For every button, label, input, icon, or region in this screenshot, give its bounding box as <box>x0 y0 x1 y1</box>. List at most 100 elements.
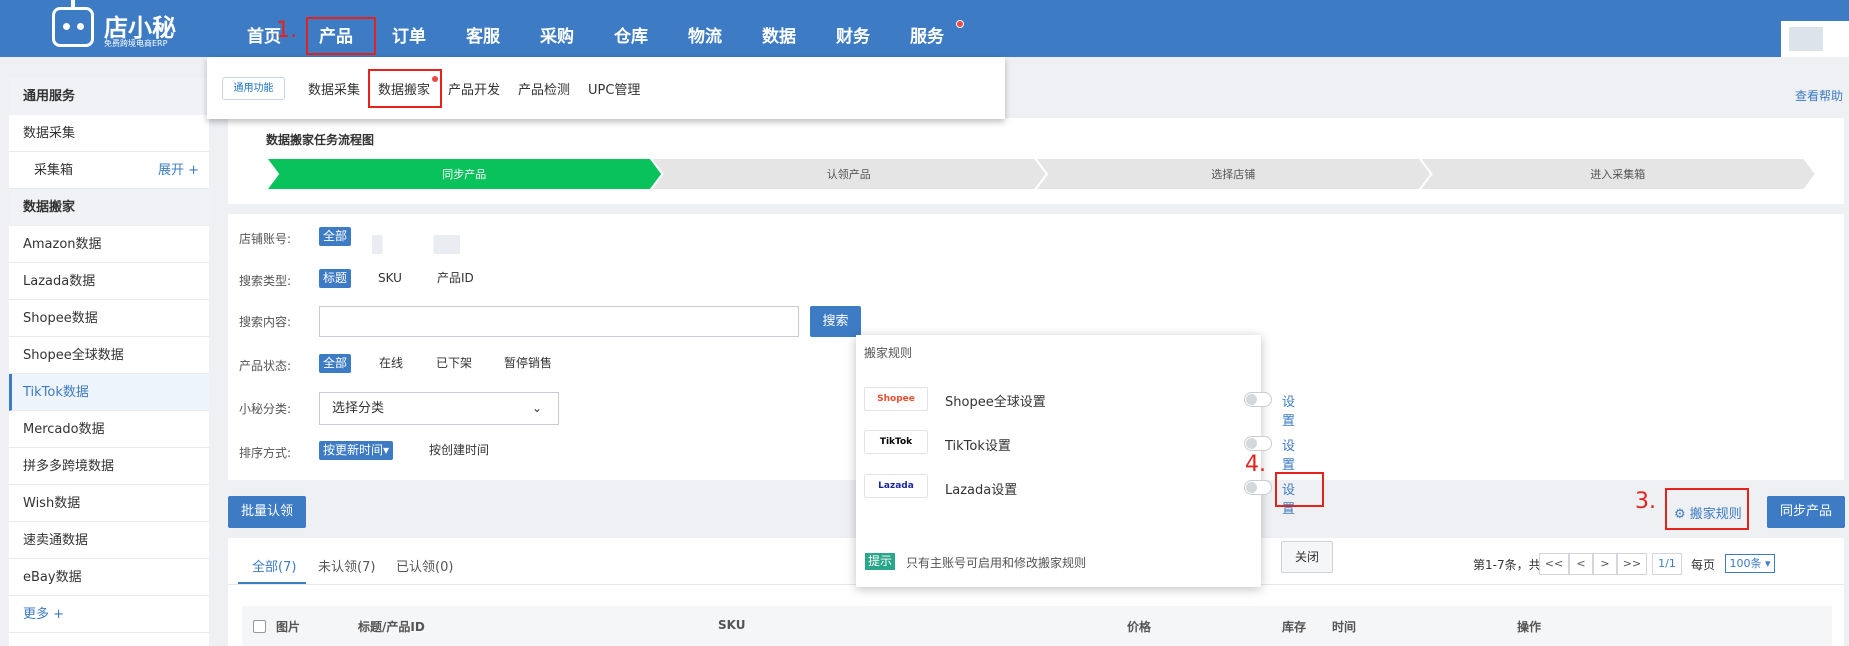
tiktok-logo: TikTok <box>864 430 928 454</box>
sidebar-item-data-collection[interactable]: 数据采集 <box>9 115 209 152</box>
sort-label: 排序方式: <box>239 446 292 460</box>
robot-logo-icon <box>52 0 94 47</box>
pager-page[interactable]: 1/1 <box>1652 553 1682 575</box>
chevron-down-icon: ⌄ <box>531 401 542 415</box>
shopee-settings-link[interactable]: 设置 <box>1282 391 1295 429</box>
sync-products-button[interactable]: 同步产品 <box>1767 496 1845 528</box>
tab-claimed[interactable]: 已认领(0) <box>396 556 453 575</box>
migration-rules-label: 搬家规则 <box>1689 507 1742 522</box>
status-online[interactable]: 在线 <box>375 354 407 373</box>
store-all-tag[interactable]: 全部 <box>319 227 352 246</box>
status-all[interactable]: 全部 <box>319 354 352 373</box>
sidebar-item-lazada[interactable]: Lazada数据 <box>9 263 209 300</box>
sidebar: 通用服务 数据采集 采集箱 展开 + 数据搬家 Amazon数据 Lazada数… <box>9 78 209 646</box>
shopee-toggle[interactable] <box>1244 392 1272 407</box>
menu-item-upc[interactable]: UPC管理 <box>588 79 640 98</box>
sidebar-more[interactable]: 更多 + <box>9 596 209 633</box>
flow-title: 数据搬家任务流程图 <box>266 133 375 147</box>
brand-tagline: 免费跨境电商ERP <box>104 39 168 48</box>
sidebar-item-aliexpress[interactable]: 速卖通数据 <box>9 522 209 559</box>
annotation-box-products <box>306 17 376 55</box>
sidebar-item-collection-box[interactable]: 采集箱 展开 + <box>9 152 209 189</box>
sidebar-section-migration: 数据搬家 <box>9 189 209 226</box>
tiktok-settings-link[interactable]: 设置 <box>1282 435 1295 473</box>
flow-panel: 数据搬家任务流程图 同步产品 认领产品 选择店铺 进入采集箱 <box>228 118 1844 204</box>
tab-unclaimed[interactable]: 未认领(7) <box>318 556 375 575</box>
category-select[interactable]: 选择分类 ⌄ <box>319 392 559 425</box>
flow-step-label-1: 同步产品 <box>442 167 486 181</box>
menu-item-data-collection[interactable]: 数据采集 <box>308 79 360 98</box>
tip-badge: 提示 <box>865 553 896 570</box>
status-paused[interactable]: 暂停销售 <box>500 354 556 373</box>
search-type-label: 搜索类型: <box>239 274 292 288</box>
search-type-sku[interactable]: SKU <box>374 269 406 288</box>
annotation-box-data-migration <box>368 69 442 108</box>
category-placeholder: 选择分类 <box>332 401 385 416</box>
lazada-toggle[interactable] <box>1244 480 1272 495</box>
nav-services[interactable]: 服务 <box>910 0 944 57</box>
tab-all[interactable]: 全部(7) <box>252 556 296 575</box>
sidebar-item-tiktok[interactable]: TikTok数据 <box>9 374 209 411</box>
help-link[interactable]: 查看帮助 <box>1795 87 1843 104</box>
search-type-product-id[interactable]: 产品ID <box>433 269 478 288</box>
migration-rules-popup: 搬家规则 Shopee Shopee全球设置 设置 TikTok TikTok设… <box>856 335 1333 587</box>
sidebar-item-ebay[interactable]: eBay数据 <box>9 559 209 596</box>
pager-prev[interactable]: < <box>1569 553 1593 575</box>
menu-item-product-check[interactable]: 产品检测 <box>518 79 570 98</box>
nav-logistics[interactable]: 物流 <box>688 0 722 57</box>
search-input[interactable] <box>319 306 799 337</box>
logo[interactable]: 店小秘 免费跨境电商ERP <box>52 0 192 51</box>
status-delisted[interactable]: 已下架 <box>432 354 476 373</box>
col-stock: 库存 <box>1282 620 1307 634</box>
gear-icon: ⚙ <box>1674 507 1686 522</box>
nav-finance[interactable]: 财务 <box>836 0 870 57</box>
sort-by-created[interactable]: 按创建时间 <box>425 441 493 460</box>
sidebar-section-general: 通用服务 <box>9 78 209 115</box>
select-all-checkbox[interactable] <box>253 620 266 633</box>
shopee-global-setting-label: Shopee全球设置 <box>945 395 1046 410</box>
lazada-logo: Lazada <box>864 474 928 498</box>
pager-first[interactable]: << <box>1539 553 1569 575</box>
per-page-select[interactable]: 100条 ▾ <box>1725 554 1775 573</box>
nav-purchase[interactable]: 采购 <box>540 0 574 57</box>
search-content-label: 搜索内容: <box>239 315 292 329</box>
user-area[interactable] <box>1781 21 1849 57</box>
search-button[interactable]: 搜索 <box>810 306 861 337</box>
tiktok-setting-label: TikTok设置 <box>945 439 1011 454</box>
col-image: 图片 <box>276 620 301 634</box>
sidebar-item-label: 采集箱 <box>34 163 74 178</box>
tip-text: 只有主账号可启用和修改搬家规则 <box>906 556 1087 570</box>
store-account-redacted[interactable] <box>372 235 460 254</box>
nav-warehouse[interactable]: 仓库 <box>614 0 648 57</box>
tiktok-toggle[interactable] <box>1244 436 1272 451</box>
pager-next[interactable]: > <box>1593 553 1617 575</box>
nav-orders[interactable]: 订单 <box>392 0 426 57</box>
table-header: 图片 标题/产品ID SKU 价格 库存 时间 操作 <box>242 606 1832 646</box>
bulk-claim-button[interactable]: 批量认领 <box>228 496 306 528</box>
annotation-step-4: 4. <box>1245 452 1266 477</box>
products-dropdown-menu: 通用功能 数据采集 数据搬家 产品开发 产品检测 UPC管理 <box>207 57 1005 119</box>
sort-by-updated[interactable]: 按更新时间▾ <box>319 441 394 460</box>
menu-item-product-dev[interactable]: 产品开发 <box>448 79 500 98</box>
sidebar-item-amazon[interactable]: Amazon数据 <box>9 226 209 263</box>
col-sku: SKU <box>718 618 746 632</box>
notification-dot <box>956 20 964 28</box>
sidebar-item-wish[interactable]: Wish数据 <box>9 485 209 522</box>
sidebar-item-shopee-global[interactable]: Shopee全球数据 <box>9 337 209 374</box>
shopee-logo: Shopee <box>864 387 928 411</box>
search-type-title[interactable]: 标题 <box>319 269 352 288</box>
col-price: 价格 <box>1127 620 1152 634</box>
migration-rules-button[interactable]: ⚙ 搬家规则 <box>1674 503 1742 522</box>
pager-last[interactable]: >> <box>1617 553 1647 575</box>
lazada-setting-label: Lazada设置 <box>945 483 1018 498</box>
sidebar-item-pinduoduo[interactable]: 拼多多跨境数据 <box>9 448 209 485</box>
sidebar-item-shopee[interactable]: Shopee数据 <box>9 300 209 337</box>
sidebar-item-mercado[interactable]: Mercado数据 <box>9 411 209 448</box>
general-functions-badge: 通用功能 <box>222 77 285 100</box>
nav-data[interactable]: 数据 <box>762 0 796 57</box>
nav-service[interactable]: 客服 <box>466 0 500 57</box>
status-label: 产品状态: <box>239 359 292 373</box>
expand-toggle[interactable]: 展开 + <box>158 152 199 189</box>
close-button[interactable]: 关闭 <box>1281 541 1333 573</box>
flow-step-label-2: 认领产品 <box>827 167 871 181</box>
